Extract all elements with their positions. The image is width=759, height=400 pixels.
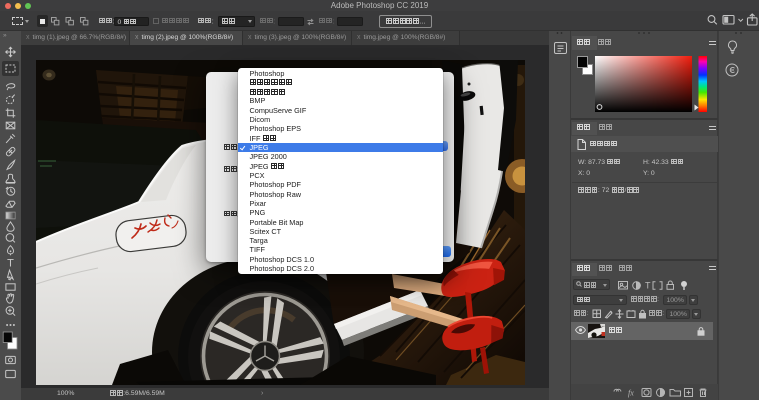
svg-text:T: T <box>7 258 14 270</box>
svg-text:T: T <box>645 280 651 290</box>
svg-text:fx: fx <box>628 388 634 397</box>
